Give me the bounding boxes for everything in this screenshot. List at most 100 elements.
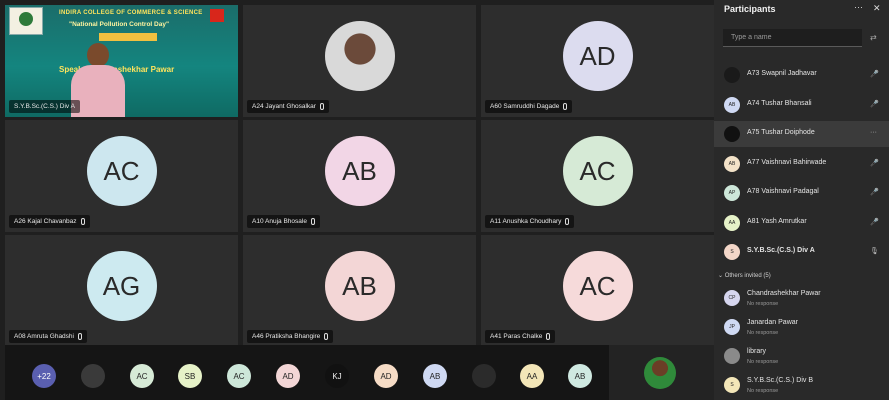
others-invited-header[interactable]: ⌄ Others invited (5) — [718, 272, 771, 279]
participant-name: A73 Swapnil Jadhavar — [747, 70, 817, 77]
participant-tile[interactable]: AC A41 Paras Chalke — [481, 235, 714, 347]
avatar: AC — [86, 136, 157, 206]
self-video — [644, 357, 676, 389]
tile-name-label: A24 Jayant Ghosalkar — [247, 100, 329, 113]
avatar: S — [724, 377, 740, 393]
participant-tile[interactable]: AG A08 Amruta Ghadshi — [5, 235, 238, 347]
avatar[interactable]: AD — [374, 364, 398, 388]
self-view-tile[interactable] — [609, 345, 714, 400]
avatar: S — [724, 244, 740, 260]
avatar: AB — [324, 136, 395, 206]
avatar — [724, 67, 740, 83]
avatar: AG — [86, 251, 157, 321]
invited-row[interactable]: CP Chandrashekhar Pawar No response — [714, 285, 889, 311]
mic-muted-icon[interactable]: ··· — [870, 129, 877, 136]
avatar: CP — [724, 290, 740, 306]
invited-row[interactable]: JP Janardan Pawar No response — [714, 314, 889, 340]
mic-muted-icon[interactable]: 🎙 — [870, 247, 879, 255]
avatar — [724, 348, 740, 364]
avatar: AC — [562, 136, 633, 206]
mic-muted-icon — [310, 218, 315, 225]
avatar[interactable]: AD — [276, 364, 300, 388]
invited-row[interactable]: S S.Y.B.Sc.(C.S.) Div B No response — [714, 372, 889, 398]
avatar — [724, 126, 740, 142]
mic-muted-icon[interactable]: 🎤 — [870, 70, 879, 78]
response-status: No response — [747, 301, 779, 307]
participant-row[interactable]: AP A78 Vaishnavi Padagal 🎤 — [714, 180, 889, 206]
avatar[interactable]: AB — [423, 364, 447, 388]
avatar: AP — [724, 185, 740, 201]
participant-name: A74 Tushar Bhansali — [747, 99, 812, 107]
participant-row[interactable]: AB A74 Tushar Bhansali 🎤 — [714, 92, 889, 118]
tile-name-label: A11 Anushka Choudhary — [485, 215, 575, 228]
teams-meeting-window: INDIRA COLLEGE OF COMMERCE & SCIENCE "Na… — [0, 0, 889, 400]
participant-name: S.Y.B.Sc.(C.S.) Div B — [747, 377, 813, 384]
participant-tile[interactable]: AC A11 Anushka Choudhary — [481, 120, 714, 232]
avatar[interactable] — [81, 364, 105, 388]
tile-name-label: A26 Kajal Chavanbaz — [9, 215, 90, 228]
mic-muted-icon[interactable]: 🎤 — [870, 100, 879, 108]
avatar: AB — [324, 251, 395, 321]
response-status: No response — [747, 330, 779, 336]
avatar[interactable]: AB — [568, 364, 592, 388]
overflow-count-button[interactable]: +22 — [32, 364, 56, 388]
participant-tile[interactable]: AB A46 Pratiksha Bhangire — [243, 235, 476, 347]
participant-row[interactable]: AA A81 Yash Amrutkar 🎤 — [714, 210, 889, 236]
mic-muted-icon — [565, 218, 570, 225]
avatar: AC — [562, 251, 633, 321]
mic-muted-icon[interactable]: 🎤 — [870, 218, 879, 226]
mic-muted-icon[interactable]: 🎤 — [870, 159, 879, 167]
presentation-event-text: "National Pollution Control Day" — [69, 21, 170, 28]
mic-muted-icon — [77, 333, 82, 340]
participant-name: S.Y.B.Sc.(C.S.) Div A — [747, 247, 815, 254]
panel-title: Participants — [724, 4, 776, 14]
participants-panel: Participants ··· ✕ ⇄ A73 Swapnil Jadhava… — [714, 0, 889, 400]
avatar[interactable]: AC — [130, 364, 154, 388]
more-options-icon[interactable]: ··· — [854, 2, 863, 12]
mic-muted-icon — [563, 103, 568, 110]
participant-tile[interactable]: AB A10 Anuja Bhosale — [243, 120, 476, 232]
tile-name-label: A08 Amruta Ghadshi — [9, 330, 87, 343]
participant-name: Janardan Pawar — [747, 319, 798, 326]
tile-name-label: A46 Pratiksha Bhangire — [247, 330, 334, 343]
presentation-date-bar — [99, 33, 157, 41]
profile-photo — [324, 21, 395, 91]
presentation-tile[interactable]: INDIRA COLLEGE OF COMMERCE & SCIENCE "Na… — [5, 5, 238, 117]
participant-tile[interactable]: AC A26 Kajal Chavanbaz — [5, 120, 238, 232]
avatar: AA — [724, 214, 740, 231]
participant-row[interactable]: A73 Swapnil Jadhavar 🎤 — [714, 62, 889, 88]
participant-tile[interactable]: AD A60 Samruddhi Dagade — [481, 5, 714, 117]
overflow-participants-bar: +22 AC SB AC AD KJ AD AB AA AB — [5, 345, 609, 400]
tile-name-label: S.Y.B.Sc.(C.S.) Div A — [9, 100, 80, 113]
mic-muted-icon — [80, 218, 85, 225]
presentation-college-text: INDIRA COLLEGE OF COMMERCE & SCIENCE — [59, 10, 203, 16]
participant-row[interactable]: S S.Y.B.Sc.(C.S.) Div A 🎙 — [714, 239, 889, 265]
participant-row[interactable]: AB A77 Vaishnavi Bahirwade 🎤 — [714, 151, 889, 177]
share-invite-icon[interactable]: ⇄ — [870, 33, 877, 42]
participant-tile[interactable]: A24 Jayant Ghosalkar — [243, 5, 476, 117]
tile-name-label: A41 Paras Chalke — [485, 330, 556, 343]
avatar: JP — [724, 319, 740, 335]
participant-name: A78 Vaishnavi Padagal — [747, 188, 819, 195]
participant-name: A75 Tushar Doiphode — [747, 129, 815, 136]
invited-row[interactable]: library No response — [714, 343, 889, 369]
mic-muted-icon — [319, 103, 324, 110]
search-input[interactable] — [723, 29, 862, 47]
participant-row[interactable]: A75 Tushar Doiphode ··· — [714, 121, 889, 147]
avatar[interactable]: AC — [227, 364, 251, 388]
avatar: AD — [562, 21, 633, 91]
presentation-red-mark — [210, 9, 224, 22]
mic-muted-icon — [546, 333, 551, 340]
tile-name-label: A10 Anuja Bhosale — [247, 215, 320, 228]
mic-muted-icon[interactable]: 🎤 — [870, 188, 879, 196]
mic-muted-icon — [324, 333, 329, 340]
avatar[interactable]: SB — [178, 364, 202, 388]
avatar: AB — [724, 96, 740, 113]
college-logo — [9, 7, 43, 35]
avatar[interactable]: AA — [520, 364, 544, 388]
participant-name: A77 Vaishnavi Bahirwade — [747, 158, 827, 166]
avatar[interactable] — [472, 364, 496, 388]
close-icon[interactable]: ✕ — [873, 3, 881, 14]
avatar[interactable]: KJ — [325, 364, 349, 388]
participant-name: library — [747, 348, 767, 355]
